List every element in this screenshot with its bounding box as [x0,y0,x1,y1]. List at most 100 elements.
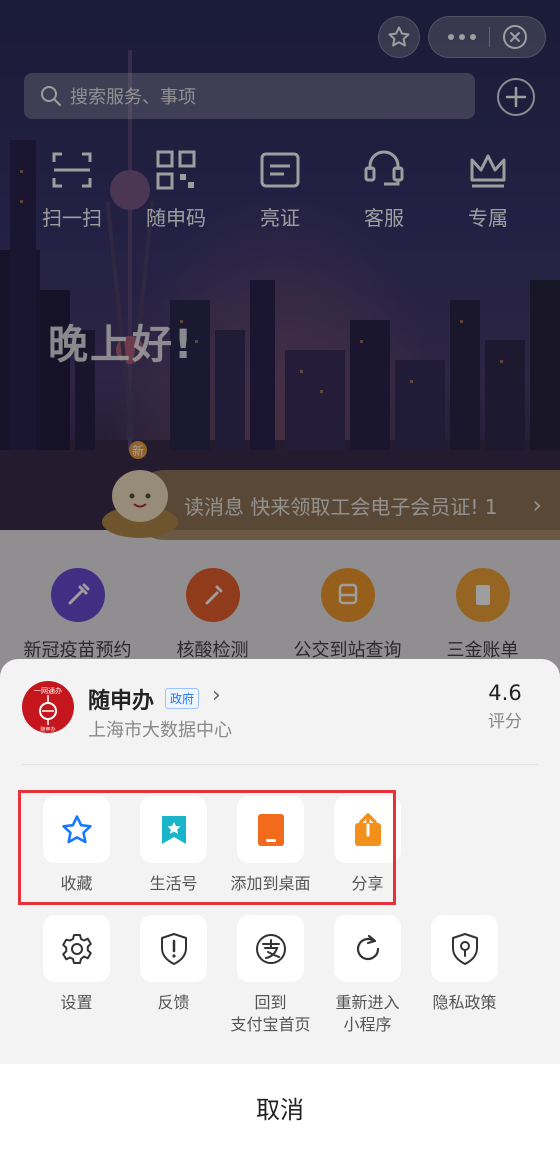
service-bill-label: 三金账单 [446,640,519,661]
service-bus-label: 公交到站查询 [293,640,402,661]
privacy-policy-label: 隐私政策 [432,993,497,1012]
gear-icon [61,933,92,964]
notice-banner[interactable]: 读消息 快来领取工会电子会员证! 1 › [130,470,560,540]
back-to-alipay-label-line2: 支付宝首页 [230,1015,311,1034]
app-name: 随申办 [88,689,155,714]
system-actions-row: 设置 反馈 回到 支付宝首页 重新进入 小程序 隐私政策 [28,915,513,1036]
reenter-button[interactable]: 重新进入 小程序 [319,915,416,1036]
refresh-icon [356,934,379,960]
feedback-button[interactable]: 反馈 [125,915,222,1036]
settings-icon-box [43,915,110,982]
settings-button[interactable]: 设置 [28,915,125,1036]
life-account-button[interactable]: 生活号 [125,796,222,895]
search-bar[interactable]: 搜索服务、事项 [24,73,475,119]
back-to-alipay-label: 回到 支付宝首页 [222,992,319,1036]
quick-health-code-label: 随申码 [146,206,206,230]
service-nucleic-test[interactable]: 核酸检测 [153,568,273,662]
life-account-icon-box [140,796,207,863]
add-to-desktop-button[interactable]: 添加到桌面 [222,796,319,895]
document-icon [455,568,510,622]
quick-health-code[interactable]: 随申码 [136,148,216,231]
new-badge: 新 [132,443,144,458]
app-logo: 一网通办 随申办 [22,681,74,733]
app-developer: 上海市大数据中心 [88,720,232,741]
logo-bottom-text: 随申办 [40,726,55,733]
syringe-icon [50,568,105,622]
notice-text: 读消息 快来领取工会电子会员证! 1 [184,494,498,519]
add-button[interactable] [497,78,535,116]
back-to-alipay-button[interactable]: 回到 支付宝首页 [222,915,319,1036]
service-bill[interactable]: 三金账单 [423,568,543,662]
crown-icon [470,154,506,188]
quick-certificate[interactable]: 亮证 [240,148,320,231]
dumpling-mascot-icon: 新 [102,441,178,538]
rating-label: 评分 [488,712,522,732]
bookmark-icon [161,815,186,844]
capsule-divider [488,27,490,47]
service-bus[interactable]: 公交到站查询 [288,568,408,662]
certificate-icon [260,152,300,188]
chevron-right-icon: › [212,683,221,708]
service-vaccine[interactable]: 新冠疫苗预约 [18,568,138,662]
service-grid: 新冠疫苗预约 核酸检测 公交到站查询 三金账单 [0,568,560,662]
life-account-label: 生活号 [149,874,198,893]
mini-program-capsule [378,16,546,58]
reenter-icon-box [334,915,401,982]
share-button[interactable]: 分享 [319,796,416,895]
quick-exclusive[interactable]: 专属 [448,148,528,231]
quick-scan-label: 扫一扫 [42,206,102,230]
add-to-desktop-icon-box [237,796,304,863]
plus-icon [505,86,527,108]
service-vaccine-label: 新冠疫苗预约 [23,640,132,661]
quick-customer-service-label: 客服 [364,206,404,230]
close-icon[interactable] [502,24,528,50]
feedback-label: 反馈 [157,993,190,1012]
share-icon [354,812,381,846]
reenter-label-line1: 重新进入 [335,993,400,1012]
cancel-button[interactable]: 取消 [0,1064,560,1150]
feedback-icon-box [140,915,207,982]
favorite-button[interactable] [378,16,420,58]
action-sheet: 一网通办 随申办 随申办 政府 › 上海市大数据中心 4.6 评分 收藏 生活号… [0,659,560,1150]
quick-certificate-label: 亮证 [260,206,300,230]
divider [22,764,538,765]
bus-icon [320,568,375,622]
reenter-label-line2: 小程序 [343,1015,392,1034]
back-to-alipay-icon-box [237,915,304,982]
app-info-header[interactable]: 一网通办 随申办 随申办 政府 › 上海市大数据中心 4.6 评分 [22,681,538,741]
dropper-icon [185,568,240,622]
logo-top-text: 一网通办 [34,686,62,695]
app-rating: 4.6 评分 [488,681,522,732]
privacy-policy-button[interactable]: 隐私政策 [416,915,513,1036]
quick-scan[interactable]: 扫一扫 [32,148,112,231]
headset-icon [364,150,404,186]
share-actions-row: 收藏 生活号 添加到桌面 分享 [28,796,416,895]
add-to-desktop-label: 添加到桌面 [230,874,311,893]
collect-button[interactable]: 收藏 [28,796,125,895]
reenter-label: 重新进入 小程序 [319,992,416,1036]
rating-value: 4.6 [488,681,522,705]
quick-customer-service[interactable]: 客服 [344,148,424,231]
greeting-text: 晚上好! [48,322,195,368]
qr-code-icon [156,150,196,190]
feedback-shield-icon [160,932,187,965]
quick-exclusive-label: 专属 [468,206,508,230]
collect-label: 收藏 [60,874,93,893]
search-placeholder: 搜索服务、事项 [70,87,196,108]
star-icon [61,814,92,843]
more-icon[interactable] [447,33,477,41]
privacy-policy-icon-box [431,915,498,982]
alipay-icon [255,933,286,964]
star-outline-icon [388,26,410,47]
chevron-right-icon: › [532,491,542,519]
collect-icon-box [43,796,110,863]
quick-actions: 扫一扫 随申码 亮证 客服 专属 [0,148,560,231]
privacy-shield-icon [451,932,478,965]
share-label: 分享 [351,874,384,893]
share-icon-box [334,796,401,863]
capsule-menu [428,16,546,58]
scan-icon [52,152,92,188]
settings-label: 设置 [60,993,93,1012]
search-icon [41,86,61,106]
back-to-alipay-label-line1: 回到 [254,993,287,1012]
